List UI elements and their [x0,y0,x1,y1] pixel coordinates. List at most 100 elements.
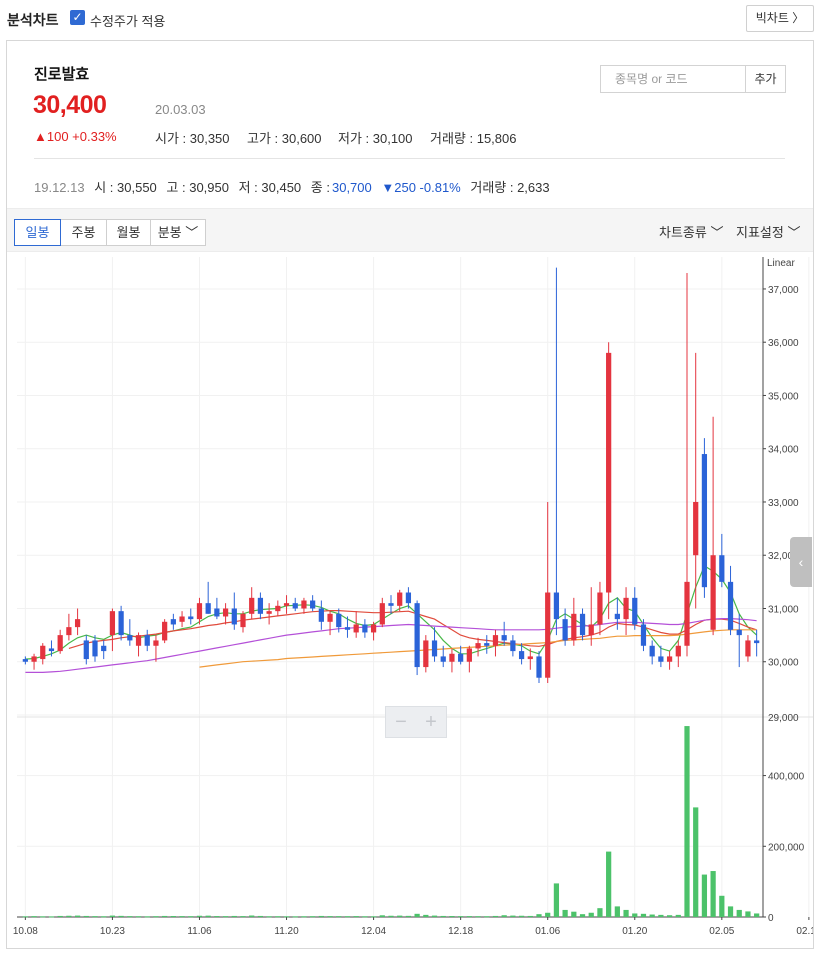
candle-body [310,600,316,609]
candle-body [344,627,351,630]
volume-bar [292,916,298,918]
volume-bar [301,916,307,918]
candle-body [162,621,168,641]
date-tick-label: 12.18 [448,926,473,937]
volume-bar [527,915,533,917]
adjusted-price-checkbox[interactable]: ✓ [70,10,85,25]
volume-bar [362,916,368,918]
candle-body [257,597,264,614]
tab-weekly[interactable]: 주봉 [60,219,107,246]
volume-bar [74,915,81,917]
candle-body [562,619,568,641]
candle-body [632,597,638,625]
candle-body [31,656,37,662]
date-tick-label: 10.08 [13,926,38,937]
candle-body [623,597,629,620]
candle-body [414,603,420,668]
candle-body [83,640,89,660]
indicator-settings-dropdown[interactable]: 지표설정 ﹀ [736,222,800,241]
candle-body [666,656,673,662]
candle-body [701,454,708,588]
candle-body [484,643,490,646]
open-price: 시가 : 30,350 [155,131,230,146]
price-tick-label: 33,000 [768,498,799,509]
volume-bar [388,915,394,917]
candle-body [571,613,577,641]
big-chart-button[interactable]: 빅차트 〉 [746,5,814,32]
volume-bar [283,916,290,918]
candle-body [327,613,333,622]
candle-body [283,603,290,606]
volume-bar [553,883,560,917]
date-tick-label: 11.20 [274,926,299,937]
volume-bar [414,913,420,917]
volume-bar [22,916,28,918]
candle-body [579,613,586,636]
candle-body [640,624,647,646]
volume-bar [379,915,385,917]
candle-body [475,643,481,649]
candle-body [379,603,385,625]
volume-bar [623,909,629,917]
tab-monthly[interactable]: 월봉 [106,219,151,246]
candle-body [440,656,446,662]
price-tick-label: 30,000 [768,658,799,669]
zoom-in-button[interactable]: + [416,707,446,737]
tab-daily[interactable]: 일봉 [14,219,61,246]
price-tick-label: 29,000 [768,713,799,724]
candle-body [144,635,150,646]
hover-info-row: 19.12.13 시 : 30,550 고 : 30,950 저 : 30,45… [34,177,556,196]
chart-area[interactable]: Linear 30,000 31,000 32,000 33,000 34,000 35,0… [7,253,819,949]
volume-bar [536,914,542,917]
volume-bar [719,895,725,917]
top-bar: 분석차트 ✓ 수정주가 적용 빅차트 〉 [0,0,819,38]
low-price: 저가 : 30,100 [338,131,413,146]
chart-type-dropdown[interactable]: 차트종류 ﹀ [659,222,723,241]
volume-bar [153,916,159,918]
volume-tick-label: 200,000 [768,842,805,853]
candle-body [40,645,46,660]
stock-search-input[interactable] [600,65,746,93]
price-change: ▲100 +0.33% [34,129,117,144]
volume-bar [118,915,124,917]
add-stock-button[interactable]: 추가 [745,65,786,93]
volume-bar [492,915,499,917]
volume-bar [353,916,359,918]
volume-bar [83,915,89,917]
volume-bar [405,915,412,917]
volume-bar [640,913,647,917]
volume-bar [666,915,673,917]
volume-bar [431,915,438,917]
zoom-out-button[interactable]: − [386,707,416,737]
volume-bar [144,916,150,918]
tab-minute-dropdown[interactable]: 분봉 ﹀ [150,219,206,246]
volume-bar [188,916,194,918]
candle-body [266,611,272,614]
date-tick-label: 01.20 [622,926,647,937]
volume-bar [327,916,333,918]
candle-body [423,640,429,668]
candle-body [170,619,176,625]
volume-bar [701,874,708,917]
volume-bar [501,915,507,917]
volume-bar [614,906,620,917]
chart-panel: 진로발효 30,400 20.03.03 ▲100 +0.33% 시가 : 30… [6,40,819,949]
hover-volume: 거래량 : 2,633 [470,180,550,195]
candle-body [693,501,699,556]
volume-bar [196,915,203,917]
candle-body [388,603,394,606]
check-icon: ✓ [72,10,83,24]
candle-body [118,611,124,636]
candle-body [675,645,681,657]
date-tick-label: 02.05 [709,926,734,937]
price-volume-chart[interactable]: Linear30,00031,00032,00033,00034,00035,0… [7,253,819,949]
volume-bar [336,916,342,918]
volume-bar [571,911,577,917]
volume-bar [40,916,46,918]
volume-bar [231,915,237,917]
candle-body [518,651,525,660]
divider [34,158,785,159]
adjusted-price-label[interactable]: 수정주가 적용 [90,11,165,30]
scale-type-label: Linear [767,258,795,269]
collapse-panel-button[interactable]: ‹ [790,537,812,587]
